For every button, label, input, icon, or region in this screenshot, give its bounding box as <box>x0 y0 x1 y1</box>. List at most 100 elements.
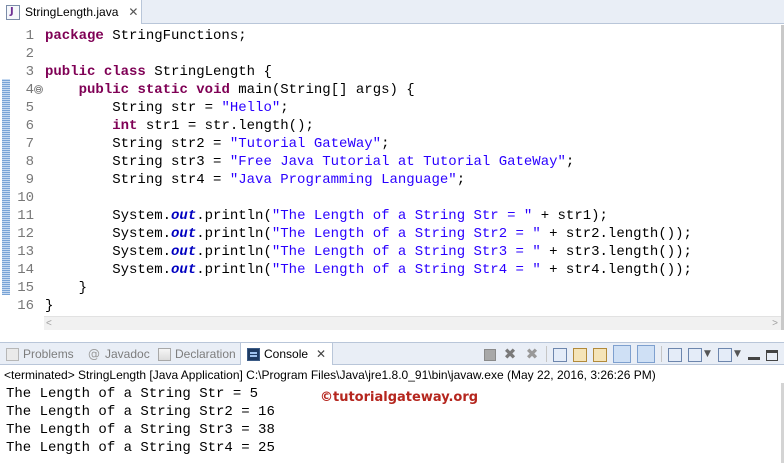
pin-console-icon[interactable] <box>668 347 682 362</box>
console-status-label: <terminated> StringLength [Java Applicat… <box>4 368 656 382</box>
code-text: int str1 = str.length(); <box>45 117 314 135</box>
code-text: System.out.println("The Length of a Stri… <box>45 207 608 225</box>
terminate-icon[interactable] <box>484 349 496 361</box>
code-keyword: class <box>103 64 146 80</box>
line-number: 16 <box>17 298 34 314</box>
display-console-icon[interactable] <box>688 347 702 362</box>
code-token: + str3.length()); <box>540 244 692 260</box>
word-wrap-icon[interactable] <box>593 347 607 362</box>
code-token: StringFunctions; <box>103 28 247 44</box>
code-line: 13 System.out.println("The Length of a S… <box>0 243 784 261</box>
code-string: "Java Programming Language" <box>229 172 457 188</box>
code-token: .println( <box>196 208 272 224</box>
code-token: System. <box>45 226 172 242</box>
code-line: 8 String str3 = "Free Java Tutorial at T… <box>0 153 784 171</box>
code-string: "The Length of a String Str2 = " <box>271 226 541 242</box>
chevron-down-icon[interactable]: ▼ <box>734 346 742 362</box>
tab-declaration[interactable]: Declaration <box>158 343 236 365</box>
code-keyword: public <box>45 64 96 80</box>
close-icon[interactable]: ✕ <box>128 5 138 19</box>
code-keyword: public <box>78 82 130 98</box>
console-output-line: The Length of a String Str = 5 <box>6 386 259 402</box>
code-text: } <box>45 297 53 315</box>
code-line: 14 System.out.println("The Length of a S… <box>0 261 784 279</box>
code-text: System.out.println("The Length of a Stri… <box>45 261 692 279</box>
tab-declaration-label: Declaration <box>175 347 236 361</box>
code-string: "Tutorial GateWay" <box>229 136 382 152</box>
console-output[interactable]: The Length of a String Str = 5 The Lengt… <box>0 383 784 463</box>
scroll-right-icon[interactable]: > <box>772 317 778 330</box>
code-text: } <box>45 279 87 297</box>
code-field: out <box>171 244 197 260</box>
code-token: String str3 = <box>45 154 230 170</box>
code-text: System.out.println("The Length of a Stri… <box>45 243 692 261</box>
console-toolbar: ✖ ✖ ▼ ▼ <box>478 345 778 363</box>
code-token: main(String[] args) { <box>229 82 415 98</box>
fold-toggle-icon[interactable]: ⊖ <box>34 85 43 94</box>
line-number: 11 <box>17 208 34 224</box>
line-number: 2 <box>25 46 34 62</box>
tab-console-label: Console <box>264 347 309 361</box>
code-token: + str1); <box>532 208 608 224</box>
code-field: out <box>171 208 197 224</box>
code-text: String str = "Hello"; <box>45 99 289 117</box>
editor-tab-stringlength[interactable]: StringLength.java ✕ <box>0 0 142 24</box>
code-text: public static void main(String[] args) { <box>45 81 415 99</box>
tab-javadoc[interactable]: @ Javadoc <box>88 343 150 365</box>
remove-all-launches-icon[interactable]: ✖ <box>524 346 540 362</box>
code-token: + str4.length()); <box>540 262 692 278</box>
code-line: 15 } <box>0 279 784 297</box>
code-line: 1 package StringFunctions; <box>0 27 784 45</box>
line-number: 10 <box>17 190 34 206</box>
code-token: ; <box>280 100 289 116</box>
code-token: ; <box>381 136 390 152</box>
tab-console[interactable]: Console ✕ <box>240 343 334 365</box>
declaration-icon <box>158 347 171 361</box>
code-token: .println( <box>196 244 272 260</box>
code-text: System.out.println("The Length of a Stri… <box>45 225 692 243</box>
code-line: 10 <box>0 189 784 207</box>
clear-console-icon[interactable] <box>553 347 567 362</box>
close-icon[interactable]: ✕ <box>316 347 326 361</box>
chevron-down-icon[interactable]: ▼ <box>704 346 712 362</box>
code-token: + str2.length()); <box>540 226 692 242</box>
watermark-text: ©tutorialgateway.org <box>320 390 479 405</box>
code-token: String str2 = <box>45 136 230 152</box>
console-output-line: The Length of a String Str3 = 38 <box>6 422 275 438</box>
show-on-stdout-icon[interactable] <box>613 345 631 363</box>
code-token: ; <box>456 172 466 188</box>
line-number: 1 <box>25 28 34 44</box>
line-number: 15 <box>17 280 34 296</box>
open-console-icon[interactable] <box>718 347 732 362</box>
console-output-line: The Length of a String Str2 = 16 <box>6 404 275 420</box>
code-token: .println( <box>196 262 272 278</box>
remove-launch-icon[interactable]: ✖ <box>502 346 518 362</box>
line-number: 12 <box>17 226 34 242</box>
line-number: 3 <box>25 64 34 80</box>
code-line: 4 ⊖ public static void main(String[] args… <box>0 81 784 99</box>
editor-horizontal-scrollbar[interactable]: < > <box>44 316 782 330</box>
line-number: 6 <box>25 118 34 134</box>
tab-problems[interactable]: Problems <box>6 343 74 365</box>
code-token: System. <box>45 244 172 260</box>
scroll-left-icon[interactable]: < <box>46 317 52 330</box>
javadoc-icon: @ <box>88 346 100 361</box>
code-token: } <box>45 298 54 314</box>
tab-problems-label: Problems <box>23 347 74 361</box>
code-editor[interactable]: 1 package StringFunctions; 2 3 public class … <box>0 25 784 330</box>
code-keyword: package <box>45 28 104 44</box>
console-output-line: The Length of a String Str4 = 25 <box>6 440 275 456</box>
code-line: 16} <box>0 297 784 315</box>
code-text: public class StringLength { <box>45 63 272 81</box>
code-line: 7 String str2 = "Tutorial GateWay"; <box>0 135 784 153</box>
code-text: String str4 = "Java Programming Language… <box>45 171 465 189</box>
code-keyword: void <box>196 82 230 98</box>
maximize-icon[interactable] <box>766 349 778 361</box>
scroll-lock-icon[interactable] <box>573 347 587 362</box>
code-token: StringLength { <box>145 64 272 80</box>
console-icon <box>247 347 260 361</box>
minimize-icon[interactable] <box>748 356 760 360</box>
show-on-stderr-icon[interactable] <box>637 345 655 363</box>
